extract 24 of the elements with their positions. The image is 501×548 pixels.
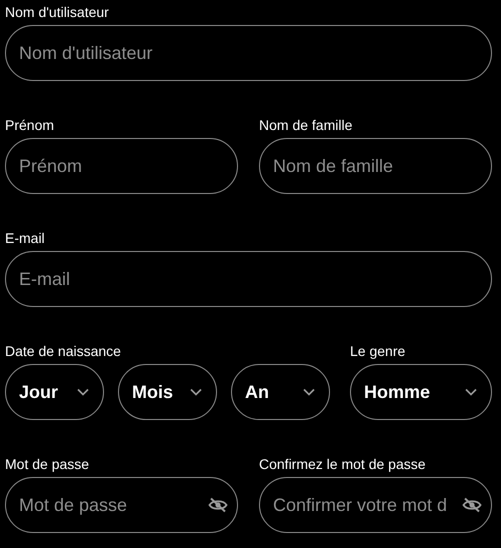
eye-slash-icon[interactable] bbox=[462, 497, 482, 513]
password-field[interactable]: Mot de passe bbox=[5, 477, 238, 533]
input-field[interactable]: Nom de famille bbox=[259, 138, 492, 194]
field-label: Date de naissance bbox=[5, 343, 122, 359]
dropdown[interactable]: An bbox=[231, 364, 330, 420]
field-label: Le genre bbox=[350, 343, 406, 359]
dropdown[interactable]: Mois bbox=[118, 364, 217, 420]
field-label: Confirmez le mot de passe bbox=[259, 456, 427, 472]
dropdown[interactable]: Jour bbox=[5, 364, 104, 420]
field-label: Nom de famille bbox=[259, 117, 354, 133]
password-field[interactable]: Confirmer votre mot d bbox=[259, 477, 492, 533]
input-field[interactable]: Prénom bbox=[5, 138, 238, 194]
dropdown[interactable]: Homme bbox=[350, 364, 492, 420]
chevron-icon bbox=[77, 388, 89, 396]
field-label: Mot de passe bbox=[5, 456, 90, 472]
input-field[interactable]: E-mail bbox=[5, 251, 492, 307]
field-label: E-mail bbox=[5, 230, 46, 246]
field-label: Nom d'utilisateur bbox=[5, 4, 110, 20]
chevron-icon bbox=[303, 388, 315, 396]
chevron-icon bbox=[465, 388, 477, 396]
chevron-icon bbox=[190, 388, 202, 396]
field-label: Prénom bbox=[5, 117, 56, 133]
eye-slash-icon[interactable] bbox=[208, 497, 228, 513]
input-field[interactable]: Nom d'utilisateur bbox=[5, 25, 492, 81]
